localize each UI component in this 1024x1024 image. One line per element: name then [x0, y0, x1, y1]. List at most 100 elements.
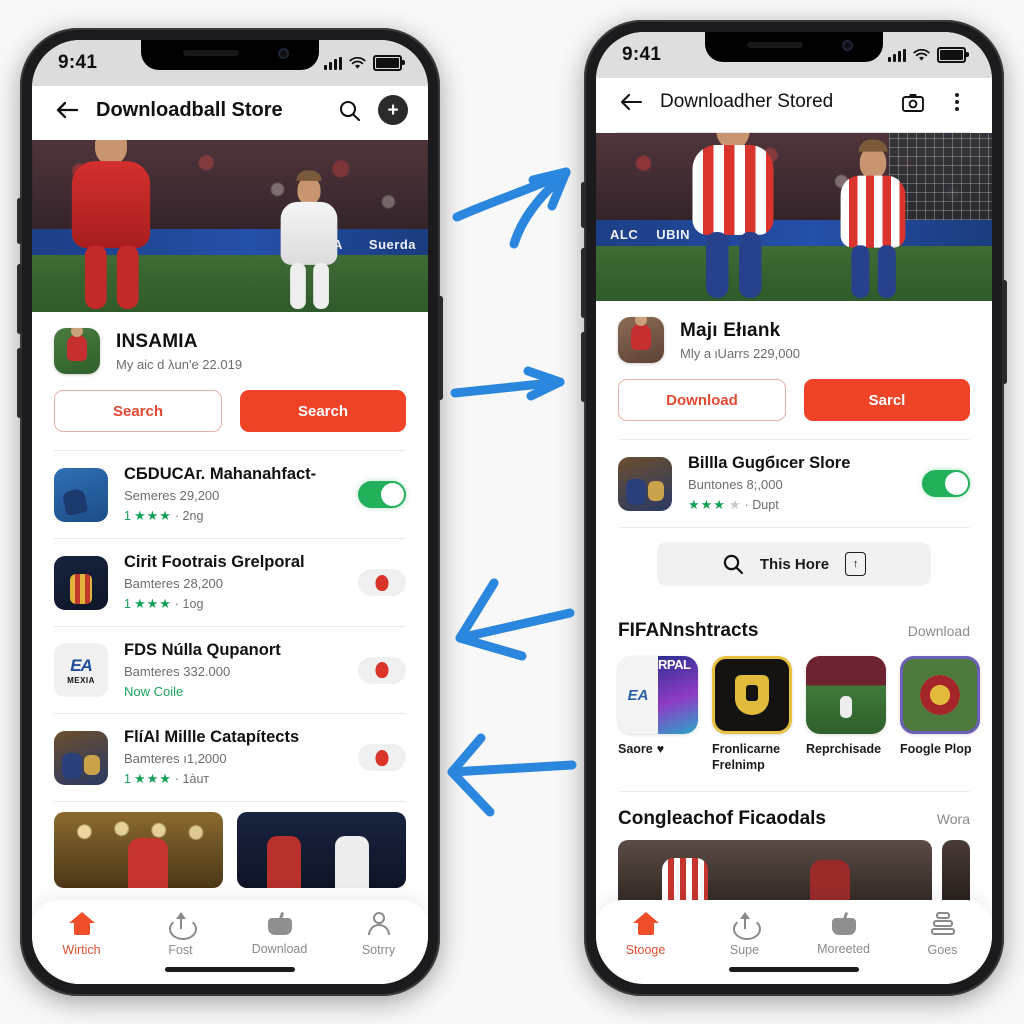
- featured-app-meta: INSAMIA My aic d λun'e 22.019: [116, 331, 406, 372]
- tile-caption: Fronlicarne Frelnimp: [712, 742, 781, 772]
- row-toggle[interactable]: [358, 569, 406, 596]
- right-tab-bar: Stooge Supe Moreeted Goes: [596, 900, 992, 984]
- search-primary-button[interactable]: Search: [240, 390, 406, 432]
- volume-down-button[interactable]: [581, 332, 586, 402]
- table-row[interactable]: CБDUCAг. Mahanahfact- Semeres 29,200 1 ★…: [32, 451, 428, 538]
- battery-icon: [373, 55, 405, 71]
- home-icon: [632, 912, 659, 936]
- tab-basket[interactable]: Moreeted: [807, 911, 881, 956]
- row-rating: ★★★ ★ · Dupt: [688, 497, 906, 513]
- table-row[interactable]: Billla Gugбıcer Slore Buntones 8;,000 ★★…: [596, 440, 992, 527]
- search-outline-button[interactable]: Search: [54, 390, 222, 432]
- section-link[interactable]: Download: [908, 623, 970, 639]
- camera-icon[interactable]: [898, 87, 928, 117]
- row-meta: Billla Gugбıcer Slore Buntones 8;,000 ★★…: [688, 454, 906, 513]
- right-hero-image: ALC UBIN: [596, 133, 992, 301]
- power-button[interactable]: [1002, 280, 1007, 384]
- tab-home[interactable]: Wirtich: [45, 912, 119, 957]
- volume-up-button[interactable]: [581, 248, 586, 318]
- tab-download[interactable]: Download: [243, 911, 317, 956]
- notch: [705, 32, 883, 62]
- row-subtitle: Semeres 29,200: [124, 488, 220, 503]
- back-arrow-icon[interactable]: [52, 95, 82, 125]
- cellular-bars-icon: [888, 48, 906, 62]
- crest-icon: [920, 675, 960, 715]
- heart-icon: ♥: [656, 742, 665, 756]
- download-outline-button[interactable]: Download: [618, 379, 786, 421]
- tile-caption-text: Saore: [618, 742, 653, 756]
- table-row[interactable]: EA MEXIA FDS Núlla Qupanort Bamteres 332…: [32, 627, 428, 713]
- mute-switch[interactable]: [581, 182, 586, 228]
- section-title: Congleachof Ficaodals: [618, 808, 826, 830]
- right-phone-frame: 9:41 Downloadher Stored ALC UBIN Majı Eł…: [581, 20, 1007, 996]
- row-toggle[interactable]: [358, 656, 406, 684]
- battery-icon: [937, 47, 969, 63]
- tab-label: Stooge: [625, 943, 666, 957]
- back-arrow-icon[interactable]: [616, 87, 646, 117]
- front-camera: [842, 40, 853, 51]
- rating-tail: · Dupt: [744, 498, 779, 512]
- section-title: FIFANnshtracts: [618, 620, 759, 641]
- tile-art-label: RPAL: [658, 657, 691, 672]
- tab-home[interactable]: Stooge: [609, 912, 683, 957]
- tab-upload[interactable]: Supe: [708, 912, 782, 957]
- power-button[interactable]: [438, 296, 443, 400]
- home-indicator[interactable]: [165, 967, 295, 972]
- player-striped: [692, 133, 774, 298]
- media-section: Congleachof Ficaodals Wora: [596, 792, 992, 831]
- tile-art: [806, 656, 886, 734]
- row-meta: Cirit Footrais Grelporal Bamteres 28,200…: [124, 553, 342, 612]
- tile-art: [900, 656, 980, 734]
- kebab-menu-icon[interactable]: [942, 87, 972, 117]
- notch: [141, 40, 319, 70]
- tab-stack[interactable]: Goes: [906, 912, 980, 957]
- primary-action-button[interactable]: Sarcl: [804, 379, 970, 421]
- earpiece-speaker: [747, 42, 803, 48]
- row-subtitle: Bamteres ı1,2000: [124, 751, 227, 766]
- tab-profile[interactable]: Sotrry: [342, 912, 416, 957]
- left-phone-frame: 9:41 Downloadball Store + Suerda INSAMIA…: [17, 28, 443, 996]
- plus-icon[interactable]: +: [378, 95, 408, 125]
- section-header: Congleachof Ficaodals Wora: [618, 808, 970, 830]
- apps-section: FIFANnshtracts Download EA RPAL Saore ♥: [596, 604, 992, 782]
- tile-caption: Reprchisade: [806, 742, 882, 756]
- app-tile[interactable]: Reprchisade: [806, 656, 886, 773]
- crest-icon: [735, 675, 769, 715]
- row-toggle[interactable]: [922, 470, 970, 497]
- table-row[interactable]: Cirit Footrais Grelporal Bamteres 28,200…: [32, 539, 428, 626]
- volume-up-button[interactable]: [17, 264, 22, 334]
- arrow-up-right-shaft: [452, 167, 571, 222]
- home-indicator[interactable]: [729, 967, 859, 972]
- rating-tail: · 1àuт: [174, 772, 210, 786]
- section-link[interactable]: Wora: [937, 811, 970, 827]
- search-icon[interactable]: [334, 95, 364, 125]
- status-time: 9:41: [58, 52, 98, 73]
- row-meta: FlíAl Millle Catapítects Bamteres ı1,200…: [124, 728, 342, 787]
- app-tile[interactable]: Fronlicarne Frelnimp: [712, 656, 792, 773]
- mute-switch[interactable]: [17, 198, 22, 244]
- lock-upload-icon[interactable]: ↑: [845, 552, 867, 576]
- app-tile[interactable]: Foogle Plop: [900, 656, 980, 773]
- row-toggle[interactable]: [358, 744, 406, 771]
- stack-icon: [930, 912, 956, 936]
- featured-buttons: Search Search: [54, 390, 406, 432]
- search-input[interactable]: This Hore ↑: [656, 542, 932, 586]
- row-rating: 1 ★★★ · 2ng: [124, 508, 342, 524]
- player-red: [71, 140, 151, 309]
- search-pill-wrapper: This Hore ↑: [596, 528, 992, 604]
- table-row[interactable]: FlíAl Millle Catapítects Bamteres ı1,200…: [32, 714, 428, 801]
- row-subtitle: Buntones 8;,000: [688, 477, 783, 492]
- media-strip: [596, 830, 992, 911]
- volume-down-button[interactable]: [17, 348, 22, 418]
- banner-card[interactable]: [237, 812, 406, 888]
- row-meta: FDS Núlla Qupanort Bamteres 332.000 Now …: [124, 641, 342, 699]
- status-icons: [324, 55, 405, 71]
- rating-tail: · 2ng: [174, 509, 204, 523]
- row-toggle[interactable]: [358, 481, 406, 508]
- app-tile[interactable]: EA RPAL Saore ♥: [618, 656, 698, 773]
- status-time: 9:41: [622, 44, 662, 65]
- upload-icon: [732, 912, 761, 940]
- banner-card[interactable]: [54, 812, 223, 888]
- tab-upload[interactable]: Fost: [144, 912, 218, 957]
- section-header: FIFANnshtracts Download: [618, 620, 970, 642]
